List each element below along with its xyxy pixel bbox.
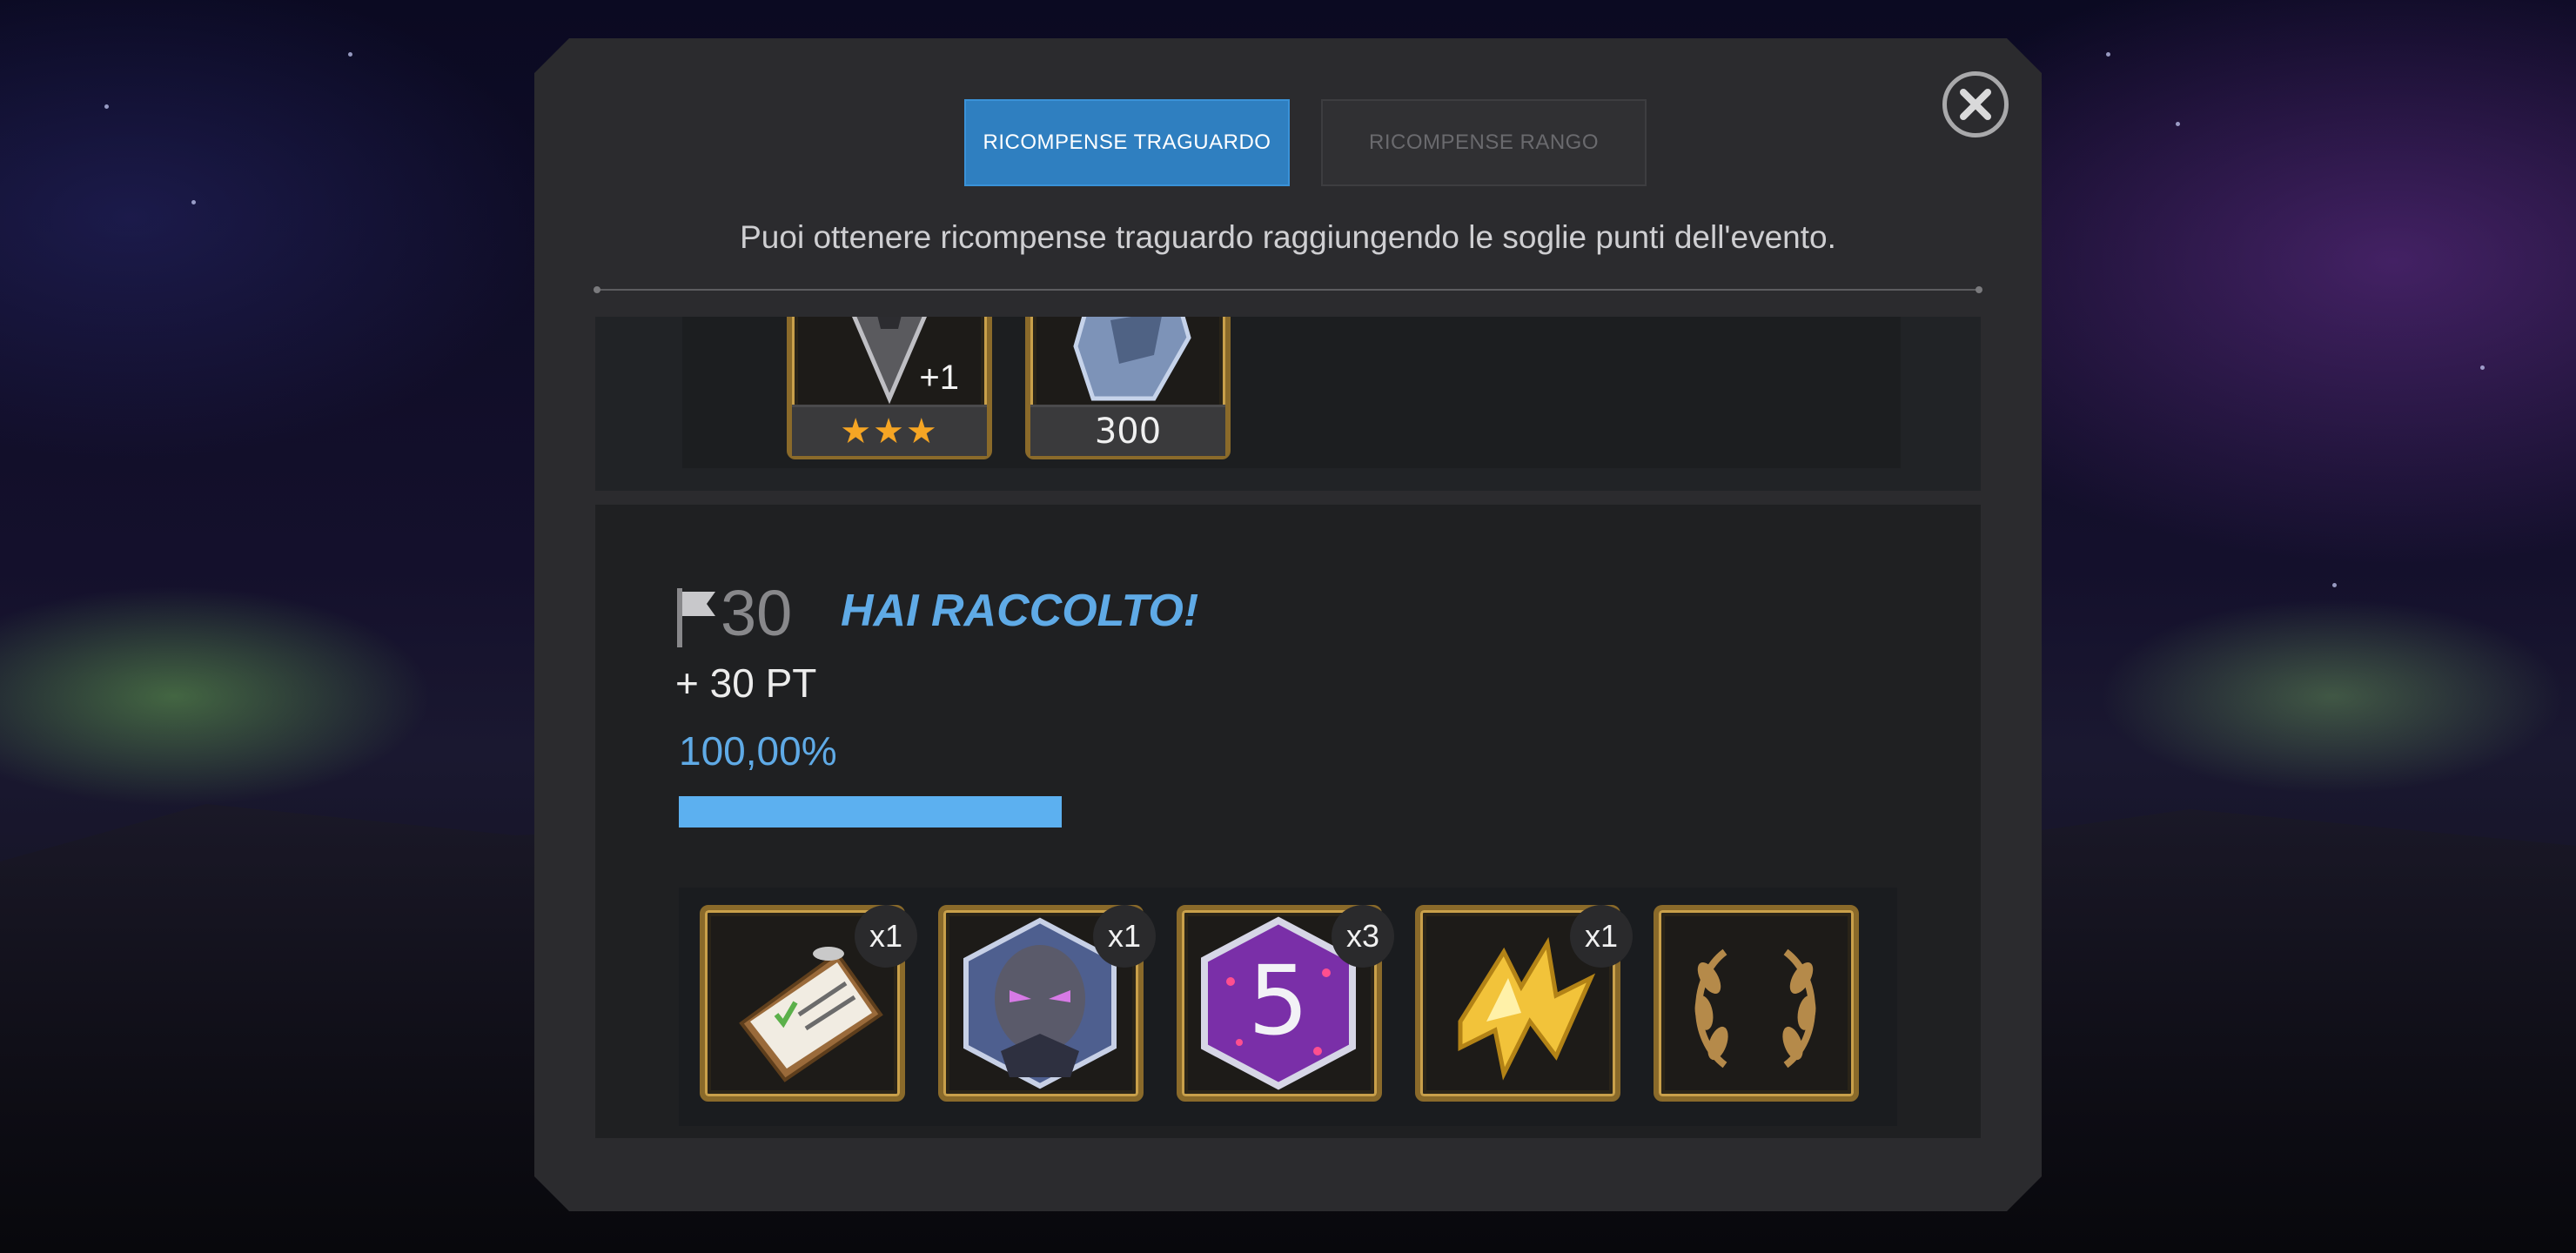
star	[2480, 365, 2485, 370]
shard-bonus-overlay: +1	[919, 358, 959, 397]
reward-item[interactable]: x1	[938, 905, 1156, 1102]
star	[104, 104, 109, 109]
level-number: 5	[1248, 945, 1309, 1056]
reward-item[interactable]: +1 ★★★	[787, 317, 992, 459]
close-icon	[1960, 89, 1991, 120]
tab-milestone-rewards[interactable]: RICOMPENSE TRAGUARDO	[964, 99, 1290, 186]
milestone-list[interactable]: +1 ★★★ 300 30 HAI RACCOLTO! + 30 PT 100,…	[595, 317, 1981, 1138]
star	[2106, 52, 2110, 57]
reward-amount: 300	[1030, 405, 1225, 456]
tab-rank-rewards[interactable]: RICOMPENSE RANGO	[1321, 99, 1647, 186]
rewards-strip: x1 x1 5 x3 x1	[679, 888, 1897, 1126]
milestone-flag-icon	[677, 588, 715, 647]
star	[2332, 583, 2337, 587]
milestone-number: 30	[721, 577, 793, 649]
collected-status: HAI RACCOLTO!	[841, 586, 1199, 636]
previous-milestone-row: +1 ★★★ 300	[595, 317, 1981, 491]
laurel-wreath-icon	[1694, 948, 1816, 1069]
reward-count-badge: x1	[1570, 905, 1633, 968]
previous-rewards-strip: +1 ★★★ 300	[682, 317, 1901, 468]
reward-count-badge: x1	[855, 905, 917, 968]
iso-armor-icon	[1073, 317, 1191, 401]
milestone-description: Puoi ottenere ricompense traguardo raggi…	[740, 219, 1836, 255]
progress-percent: 100,00%	[679, 728, 837, 774]
star	[191, 200, 196, 204]
reward-item[interactable]	[1654, 905, 1859, 1102]
close-button[interactable]	[1942, 71, 2009, 137]
progress-bar-fill	[679, 796, 1062, 828]
star	[2176, 122, 2180, 126]
rarity-stars: ★★★	[792, 405, 987, 456]
reward-item[interactable]: x1	[1415, 905, 1633, 1102]
milestone-row: 30 HAI RACCOLTO! + 30 PT 100,00% x1 x1 5…	[595, 505, 1981, 1138]
progress-bar	[679, 796, 1062, 828]
reward-item[interactable]: 300	[1025, 317, 1231, 459]
milestone-points: + 30 PT	[675, 660, 817, 706]
reward-item[interactable]: 5 x3	[1177, 905, 1394, 1102]
star	[348, 52, 352, 57]
divider	[594, 286, 1982, 293]
reward-count-badge: x1	[1093, 905, 1156, 968]
reward-item[interactable]: x1	[700, 905, 917, 1102]
reward-count-badge: x3	[1332, 905, 1394, 968]
row-separator	[595, 491, 1981, 505]
